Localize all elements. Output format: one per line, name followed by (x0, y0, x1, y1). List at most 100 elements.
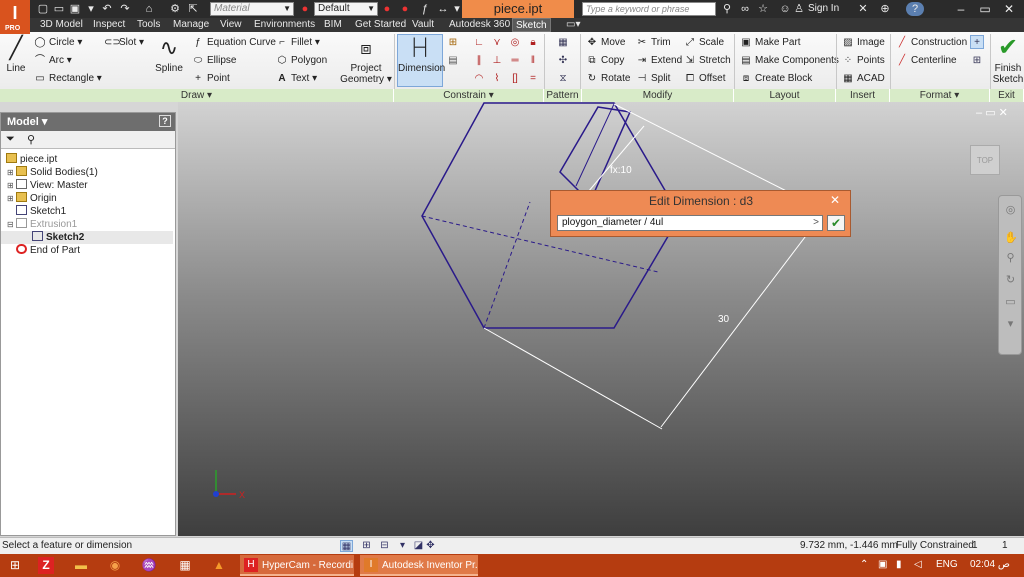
dimension-fx10-label[interactable]: fx:10 (610, 165, 632, 176)
expand-icon[interactable]: ⊞ (7, 166, 15, 179)
copy-button[interactable]: ⧉ Copy (586, 55, 624, 67)
line-button[interactable]: ╱ Line (4, 35, 28, 74)
tab-overflow-icon[interactable]: ▭▾ (566, 18, 580, 32)
new-file-icon[interactable]: ▢ (36, 2, 50, 16)
media-player-icon[interactable]: ▦ (176, 557, 194, 574)
driven-dimension-icon[interactable]: ⊞ (970, 54, 984, 68)
equal-icon[interactable]: = (526, 72, 540, 86)
acad-button[interactable]: ▦ ACAD (842, 73, 885, 85)
person-icon[interactable]: ♙ (792, 2, 806, 16)
return-icon[interactable]: ⌂ (142, 2, 156, 16)
perpendicular-icon[interactable]: ⊥ (490, 54, 504, 68)
filezilla-icon[interactable]: Z (38, 557, 54, 574)
taskbar-app-inventor[interactable]: I Autodesk Inventor Pr... (360, 555, 478, 576)
scale-button[interactable]: ⤢ Scale (684, 37, 724, 49)
firefox-icon[interactable]: ◉ (106, 557, 124, 574)
maximize-icon[interactable]: ▭ (974, 0, 996, 18)
rectangular-pattern-icon[interactable]: ▦ (556, 36, 570, 50)
tab-autodesk-360[interactable]: Autodesk 360 (449, 18, 510, 32)
finish-sketch-button[interactable]: ✔ Finish Sketch (992, 35, 1024, 86)
appearance-combo[interactable]: Default ▼ (314, 2, 378, 16)
tree-item-solid-bodies[interactable]: ⊞ Solid Bodies(1) (1, 166, 173, 179)
smooth-icon[interactable]: ⌇ (490, 72, 504, 86)
viewcube[interactable]: TOP (970, 145, 1000, 175)
fillet-button[interactable]: ⌐ Fillet ▾ (276, 37, 320, 49)
look-at-icon[interactable]: ▭ (1004, 296, 1017, 309)
sign-in-link[interactable]: Sign In (808, 3, 839, 14)
centerline-button[interactable]: ╱ Centerline (896, 55, 957, 67)
polygon-button[interactable]: ⬡ Polygon (276, 55, 328, 67)
help-icon[interactable]: ? (906, 2, 924, 16)
tab-inspect[interactable]: Inspect (93, 18, 125, 32)
expand-icon[interactable]: ⊞ (7, 192, 15, 205)
close-icon[interactable]: ✕ (999, 107, 1008, 119)
search-input[interactable]: Type a keyword or phrase (582, 2, 716, 16)
symmetric-icon[interactable]: [] (508, 72, 522, 86)
dof-icon[interactable]: ▾ (396, 540, 409, 552)
tray-app-icon[interactable]: ▣ (878, 559, 887, 570)
clock[interactable]: 02:04 ص (970, 559, 1010, 570)
tab-sketch[interactable]: Sketch (512, 18, 551, 32)
taskbar-app-hypercam[interactable]: H HyperCam - Recordi... (240, 555, 354, 576)
filter-icon[interactable]: ⏷ (6, 133, 15, 146)
image-button[interactable]: ▨ Image (842, 37, 885, 49)
project-geometry-button[interactable]: ⧈ Project Geometry ▾ (340, 35, 392, 85)
maximize-icon[interactable]: ▭ (985, 107, 995, 119)
tree-item-extrusion1[interactable]: ⊟ Extrusion1 (1, 218, 173, 231)
tab-get-started[interactable]: Get Started (355, 18, 406, 32)
search-icon[interactable]: ⚲ (720, 2, 734, 16)
clear-appearance-icon[interactable]: ● (380, 2, 394, 16)
panel-label-format[interactable]: Format ▾ (890, 89, 990, 102)
expand-icon[interactable]: ⊞ (7, 179, 15, 192)
make-part-button[interactable]: ▣ Make Part (740, 37, 800, 49)
material-combo[interactable]: Material ▼ (210, 2, 294, 16)
offset-button[interactable]: ⧠ Offset (684, 73, 726, 85)
split-button[interactable]: ⊣ Split (636, 73, 671, 85)
tab-bim[interactable]: BIM (324, 18, 342, 32)
vertical-icon[interactable]: ‖ (526, 54, 540, 68)
save-icon[interactable]: ▣ (68, 2, 82, 16)
slot-button[interactable]: ⊂⊃Slot ▾ (104, 37, 144, 49)
extend-button[interactable]: ⇥ Extend (636, 55, 682, 67)
network-icon[interactable]: ▮ (896, 559, 902, 570)
navbar-options-icon[interactable]: ▾ (1004, 318, 1017, 331)
center-point-icon[interactable]: + (970, 35, 984, 49)
horizontal-icon[interactable]: ═ (508, 54, 522, 68)
persistence-icon[interactable]: ⊟ (378, 540, 391, 552)
circular-pattern-icon[interactable]: ✣ (556, 54, 570, 68)
vlc-icon[interactable]: ▲ (210, 557, 228, 574)
tree-item-end-of-part[interactable]: End of Part (1, 244, 173, 257)
select-icon[interactable]: ⇱ (186, 2, 200, 16)
tab-environments[interactable]: Environments (254, 18, 315, 32)
collapse-icon[interactable]: ⊟ (7, 218, 15, 231)
info-icon[interactable]: ⊕ (878, 2, 892, 16)
minimize-icon[interactable]: – (950, 0, 972, 18)
point-button[interactable]: + Point (192, 73, 230, 85)
help-icon[interactable]: ? (159, 115, 171, 127)
text-button[interactable]: A Text ▾ (276, 73, 317, 85)
make-components-button[interactable]: ▤ Make Components (740, 55, 839, 67)
tangent-icon[interactable]: ◠ (472, 72, 486, 86)
dimension-30-label[interactable]: 30 (718, 314, 730, 325)
auto-dimension-icon[interactable]: ⊞ (446, 36, 460, 50)
mirror-icon[interactable]: ⧖ (556, 72, 570, 86)
concentric-icon[interactable]: ◎ (508, 36, 522, 50)
dimension-button[interactable]: ├┤ Dimension (397, 34, 445, 87)
move-button[interactable]: ✥ Move (586, 37, 626, 49)
exchange-icon[interactable]: ✕ (856, 2, 870, 16)
file-explorer-icon[interactable]: ▬ (72, 557, 90, 574)
show-constraints-icon[interactable]: ▤ (446, 54, 460, 68)
tree-item-part[interactable]: piece.ipt (1, 153, 173, 166)
adjust-appearance-icon[interactable]: ● (398, 2, 412, 16)
tree-item-view[interactable]: ⊞ View: Master (1, 179, 173, 192)
grid-snap-icon[interactable]: ▦ (340, 540, 353, 552)
zoom-icon[interactable]: ⚲ (1004, 252, 1017, 265)
star-icon[interactable]: ☆ (756, 2, 770, 16)
tree-item-origin[interactable]: ⊞ Origin (1, 192, 173, 205)
tab-manage[interactable]: Manage (173, 18, 209, 32)
accept-button[interactable]: ✔ (827, 215, 845, 231)
redo-icon[interactable]: ↷ (118, 2, 132, 16)
coincident-icon[interactable]: ∟ (472, 36, 486, 50)
undo-icon[interactable]: ↶ (100, 2, 114, 16)
language-indicator[interactable]: ENG (936, 559, 958, 570)
